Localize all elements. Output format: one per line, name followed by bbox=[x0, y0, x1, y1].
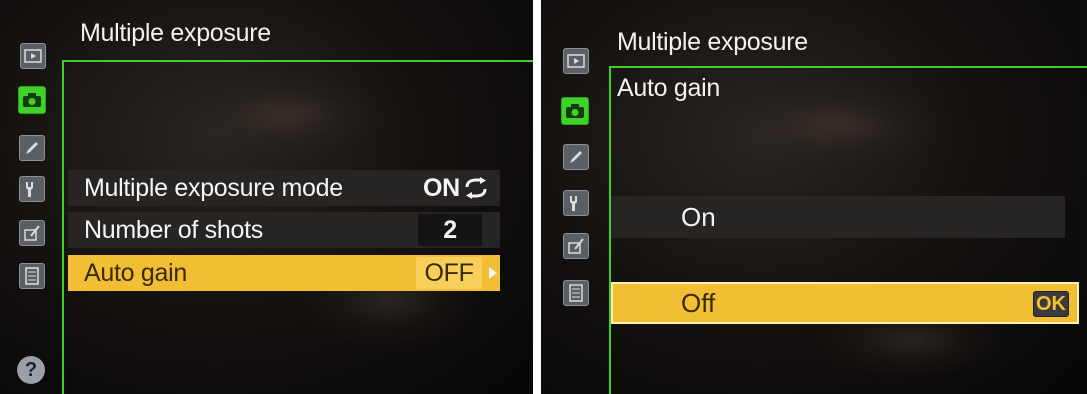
menu-row-auto-gain[interactable]: Auto gain OFF bbox=[68, 255, 500, 291]
row-label: Number of shots bbox=[84, 215, 263, 244]
option-label: On bbox=[681, 201, 716, 232]
menu-border-horizontal bbox=[609, 66, 1087, 68]
repeat-arrows-icon bbox=[465, 177, 487, 199]
option-on[interactable]: On bbox=[611, 196, 1065, 238]
playback-icon[interactable] bbox=[563, 48, 589, 74]
row-value-box: OFF bbox=[416, 257, 482, 289]
row-label: Auto gain bbox=[84, 258, 187, 287]
ok-button-icon: OK bbox=[1033, 291, 1069, 317]
menu-row-number-of-shots[interactable]: Number of shots 2 bbox=[68, 212, 500, 248]
menu-sidebar: ? bbox=[0, 0, 66, 394]
left-camera-screen: ? Multiple exposure Multiple exposure mo… bbox=[0, 0, 533, 394]
option-off[interactable]: Off OK bbox=[611, 282, 1079, 324]
row-label: Multiple exposure mode bbox=[84, 173, 343, 202]
shots-value: 2 bbox=[443, 215, 457, 244]
menu-list-icon[interactable] bbox=[563, 280, 589, 306]
row-value: ON bbox=[423, 174, 489, 203]
row-value-box: 2 bbox=[418, 214, 482, 246]
mode-value: ON bbox=[423, 173, 460, 202]
retouch-icon[interactable] bbox=[19, 220, 45, 246]
help-icon[interactable]: ? bbox=[17, 356, 45, 384]
page-title: Multiple exposure bbox=[617, 28, 808, 56]
wrench-icon[interactable] bbox=[563, 190, 589, 216]
screen-glare bbox=[190, 70, 390, 160]
option-label: Off bbox=[681, 287, 716, 318]
menu-border-vertical bbox=[62, 60, 64, 394]
menu-list-icon[interactable] bbox=[19, 263, 45, 289]
pencil-icon[interactable] bbox=[19, 135, 45, 161]
page-subtitle: Auto gain bbox=[617, 74, 720, 102]
pencil-icon[interactable] bbox=[563, 144, 589, 170]
page-title: Multiple exposure bbox=[80, 19, 271, 47]
retouch-icon[interactable] bbox=[563, 233, 589, 259]
playback-icon[interactable] bbox=[20, 43, 46, 69]
right-camera-screen: Multiple exposure Auto gain On Off OK bbox=[541, 0, 1087, 394]
menu-border-horizontal bbox=[62, 60, 533, 62]
wrench-icon[interactable] bbox=[19, 176, 45, 202]
camera-icon[interactable] bbox=[561, 97, 589, 125]
auto-gain-value: OFF bbox=[424, 258, 474, 287]
screen-glare bbox=[731, 80, 951, 170]
menu-sidebar bbox=[541, 0, 607, 394]
camera-icon[interactable] bbox=[18, 86, 46, 114]
menu-row-multiple-exposure-mode[interactable]: Multiple exposure mode ON bbox=[68, 170, 500, 206]
triangle-right-icon bbox=[489, 267, 497, 279]
